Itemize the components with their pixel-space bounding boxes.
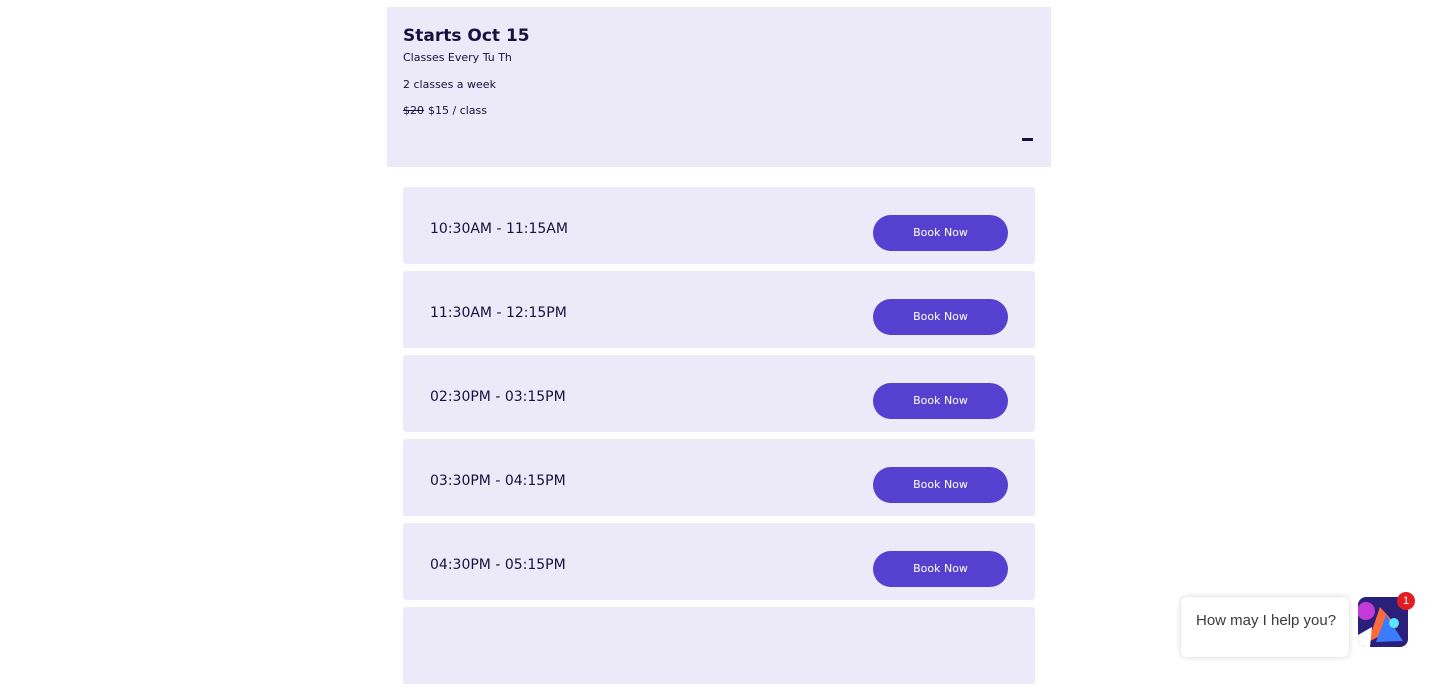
time-slot: 10:30AM - 11:15AM Book Now xyxy=(403,187,1035,264)
time-slot-list: 10:30AM - 11:15AM Book Now 11:30AM - 12:… xyxy=(403,187,1035,691)
price-old: $20 xyxy=(403,104,424,117)
course-header-card: Starts Oct 15 Classes Every Tu Th 2 clas… xyxy=(387,7,1051,167)
slot-time: 10:30AM - 11:15AM xyxy=(430,221,568,237)
course-price: $20 $15 / class xyxy=(403,104,1035,118)
notification-badge: 1 xyxy=(1397,592,1415,610)
slot-time: 02:30PM - 03:15PM xyxy=(430,389,566,405)
time-slot-partial xyxy=(403,607,1035,684)
time-slot: 11:30AM - 12:15PM Book Now xyxy=(403,271,1035,348)
course-frequency: 2 classes a week xyxy=(403,78,496,91)
book-now-button[interactable]: Book Now xyxy=(873,299,1008,335)
time-slot: 02:30PM - 03:15PM Book Now xyxy=(403,355,1035,432)
minus-icon[interactable] xyxy=(1022,138,1033,141)
slot-time: 03:30PM - 04:15PM xyxy=(430,473,566,489)
slot-time: 04:30PM - 05:15PM xyxy=(430,557,566,573)
course-start-title: Starts Oct 15 xyxy=(403,26,530,46)
course-schedule: Classes Every Tu Th xyxy=(403,51,512,64)
price-new: $15 / class xyxy=(428,104,488,117)
chat-prompt-text: How may I help you? xyxy=(1196,612,1337,629)
book-now-button[interactable]: Book Now xyxy=(873,551,1008,587)
slot-time: 11:30AM - 12:15PM xyxy=(430,305,567,321)
book-now-button[interactable]: Book Now xyxy=(873,467,1008,503)
time-slot: 04:30PM - 05:15PM Book Now xyxy=(403,523,1035,600)
chat-prompt-bubble[interactable]: How may I help you? xyxy=(1181,597,1349,657)
book-now-button[interactable]: Book Now xyxy=(873,383,1008,419)
book-now-button[interactable]: Book Now xyxy=(873,215,1008,251)
time-slot: 03:30PM - 04:15PM Book Now xyxy=(403,439,1035,516)
